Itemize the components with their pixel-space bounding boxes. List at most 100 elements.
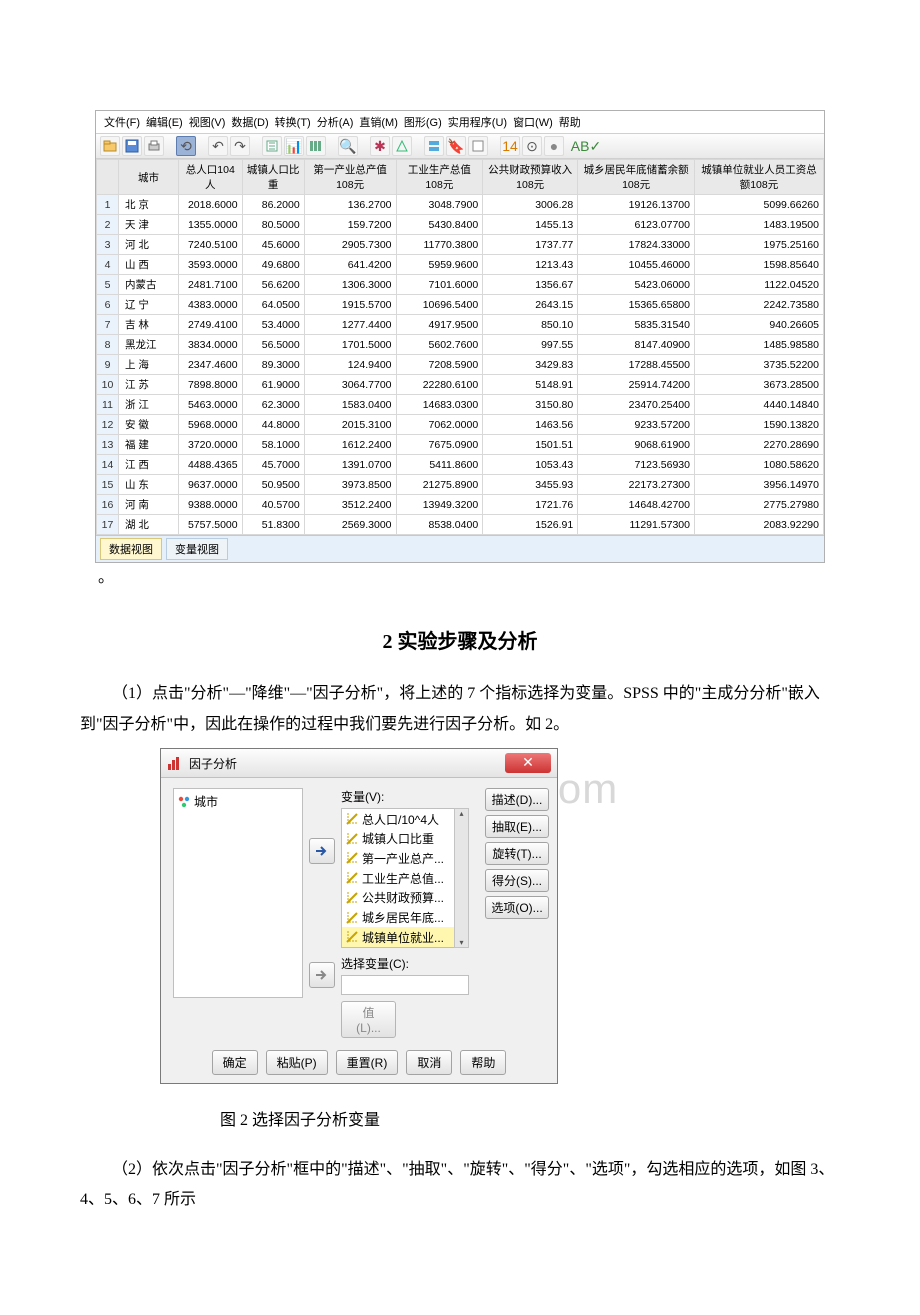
menu-transform[interactable]: 转换(T) — [273, 113, 313, 131]
cell-value[interactable]: 9068.61900 — [578, 435, 695, 455]
move-to-variables-button[interactable] — [309, 838, 335, 864]
cell-value[interactable]: 7101.6000 — [396, 275, 483, 295]
table-row[interactable]: 9上 海2347.460089.3000124.94007208.5900342… — [97, 355, 824, 375]
cell-value[interactable]: 3593.0000 — [179, 255, 243, 275]
cell-city[interactable]: 上 海 — [119, 355, 179, 375]
cell-value[interactable]: 2749.4100 — [179, 315, 243, 335]
row-number[interactable]: 12 — [97, 415, 119, 435]
cell-value[interactable]: 1590.13820 — [694, 415, 823, 435]
cell-value[interactable]: 5430.8400 — [396, 215, 483, 235]
cell-city[interactable]: 福 建 — [119, 435, 179, 455]
cell-city[interactable]: 安 徽 — [119, 415, 179, 435]
cell-value[interactable]: 159.7200 — [304, 215, 396, 235]
close-icon[interactable]: ✕ — [505, 753, 551, 773]
row-number[interactable]: 16 — [97, 495, 119, 515]
customize-icon[interactable]: ⊙ — [522, 136, 542, 156]
cell-value[interactable]: 1356.67 — [483, 275, 578, 295]
cell-value[interactable]: 14648.42700 — [578, 495, 695, 515]
cell-city[interactable]: 江 苏 — [119, 375, 179, 395]
row-number[interactable]: 17 — [97, 515, 119, 535]
move-to-selection-button[interactable] — [309, 962, 335, 988]
goto-case-icon[interactable] — [262, 136, 282, 156]
cell-value[interactable]: 1501.51 — [483, 435, 578, 455]
cell-value[interactable]: 22173.27300 — [578, 475, 695, 495]
cell-value[interactable]: 2015.3100 — [304, 415, 396, 435]
variables-icon[interactable] — [306, 136, 326, 156]
cell-value[interactable]: 7062.0000 — [396, 415, 483, 435]
cell-value[interactable]: 2775.27980 — [694, 495, 823, 515]
row-number[interactable]: 13 — [97, 435, 119, 455]
cell-value[interactable]: 86.2000 — [242, 195, 304, 215]
cell-value[interactable]: 1213.43 — [483, 255, 578, 275]
menu-help[interactable]: 帮助 — [557, 113, 583, 131]
cell-value[interactable]: 49.6800 — [242, 255, 304, 275]
table-row[interactable]: 13福 建3720.000058.10001612.24007675.09001… — [97, 435, 824, 455]
cell-value[interactable]: 50.9500 — [242, 475, 304, 495]
cell-value[interactable]: 1306.3000 — [304, 275, 396, 295]
cell-value[interactable]: 5602.7600 — [396, 335, 483, 355]
cell-value[interactable]: 5757.5000 — [179, 515, 243, 535]
menu-analyze[interactable]: 分析(A) — [315, 113, 356, 131]
tab-variable-view[interactable]: 变量视图 — [166, 538, 228, 560]
cell-value[interactable]: 2083.92290 — [694, 515, 823, 535]
table-row[interactable]: 8黑龙江3834.000056.50001701.50005602.760099… — [97, 335, 824, 355]
cell-value[interactable]: 5835.31540 — [578, 315, 695, 335]
extract-button[interactable]: 抽取(E)... — [485, 815, 549, 838]
weight-icon[interactable] — [392, 136, 412, 156]
row-number[interactable]: 9 — [97, 355, 119, 375]
cell-value[interactable]: 14683.0300 — [396, 395, 483, 415]
cell-value[interactable]: 21275.8900 — [396, 475, 483, 495]
cell-value[interactable]: 19126.13700 — [578, 195, 695, 215]
cell-value[interactable]: 56.5000 — [242, 335, 304, 355]
cell-value[interactable]: 1277.4400 — [304, 315, 396, 335]
cell-value[interactable]: 3064.7700 — [304, 375, 396, 395]
find-icon[interactable]: 🔍 — [338, 136, 358, 156]
cell-value[interactable]: 1485.98580 — [694, 335, 823, 355]
cell-value[interactable]: 1355.0000 — [179, 215, 243, 235]
table-row[interactable]: 15山 东9637.000050.95003973.850021275.8900… — [97, 475, 824, 495]
cell-value[interactable]: 3455.93 — [483, 475, 578, 495]
goto-var-icon[interactable]: 📊 — [284, 136, 304, 156]
cell-value[interactable]: 1526.91 — [483, 515, 578, 535]
cell-value[interactable]: 17824.33000 — [578, 235, 695, 255]
variable-item[interactable]: 公共财政预算... — [342, 888, 468, 908]
table-row[interactable]: 16河 南9388.000040.57003512.240013949.3200… — [97, 495, 824, 515]
col-savings[interactable]: 城乡居民年底储蓄余额108元 — [578, 160, 695, 195]
cell-value[interactable]: 89.3000 — [242, 355, 304, 375]
cell-value[interactable]: 3429.83 — [483, 355, 578, 375]
cell-value[interactable]: 1080.58620 — [694, 455, 823, 475]
cell-value[interactable]: 2905.7300 — [304, 235, 396, 255]
table-row[interactable]: 6辽 宁4383.000064.05001915.570010696.54002… — [97, 295, 824, 315]
cell-value[interactable]: 1455.13 — [483, 215, 578, 235]
cell-value[interactable]: 4440.14840 — [694, 395, 823, 415]
col-fiscal[interactable]: 公共财政预算收入108元 — [483, 160, 578, 195]
col-primary[interactable]: 第一产业总产值108元 — [304, 160, 396, 195]
options-button[interactable]: 选项(O)... — [485, 896, 549, 919]
menu-view[interactable]: 视图(V) — [187, 113, 228, 131]
table-row[interactable]: 14江 西4488.436545.70001391.07005411.86001… — [97, 455, 824, 475]
row-number[interactable]: 3 — [97, 235, 119, 255]
row-number[interactable]: 8 — [97, 335, 119, 355]
cell-city[interactable]: 湖 北 — [119, 515, 179, 535]
save-icon[interactable] — [122, 136, 142, 156]
cell-value[interactable]: 1598.85640 — [694, 255, 823, 275]
cell-value[interactable]: 53.4000 — [242, 315, 304, 335]
cell-value[interactable]: 80.5000 — [242, 215, 304, 235]
data-table[interactable]: 城市 总人口104人 城镇人口比重 第一产业总产值108元 工业生产总值108元… — [96, 159, 824, 535]
rotate-button[interactable]: 旋转(T)... — [485, 842, 549, 865]
select-cases-icon[interactable] — [424, 136, 444, 156]
cell-value[interactable]: 45.7000 — [242, 455, 304, 475]
cell-value[interactable]: 15365.65800 — [578, 295, 695, 315]
cell-value[interactable]: 7240.5100 — [179, 235, 243, 255]
table-row[interactable]: 11浙 江5463.000062.30001583.040014683.0300… — [97, 395, 824, 415]
scores-button[interactable]: 得分(S)... — [485, 869, 549, 892]
cell-value[interactable]: 997.55 — [483, 335, 578, 355]
variables-list[interactable]: 总人口/10^4人城镇人口比重第一产业总产...工业生产总值...公共财政预算.… — [341, 808, 469, 948]
cell-value[interactable]: 3735.52200 — [694, 355, 823, 375]
menu-file[interactable]: 文件(F) — [102, 113, 142, 131]
cell-city[interactable]: 内蒙古 — [119, 275, 179, 295]
cell-city[interactable]: 江 西 — [119, 455, 179, 475]
cell-value[interactable]: 11291.57300 — [578, 515, 695, 535]
describe-button[interactable]: 描述(D)... — [485, 788, 549, 811]
row-number[interactable]: 14 — [97, 455, 119, 475]
